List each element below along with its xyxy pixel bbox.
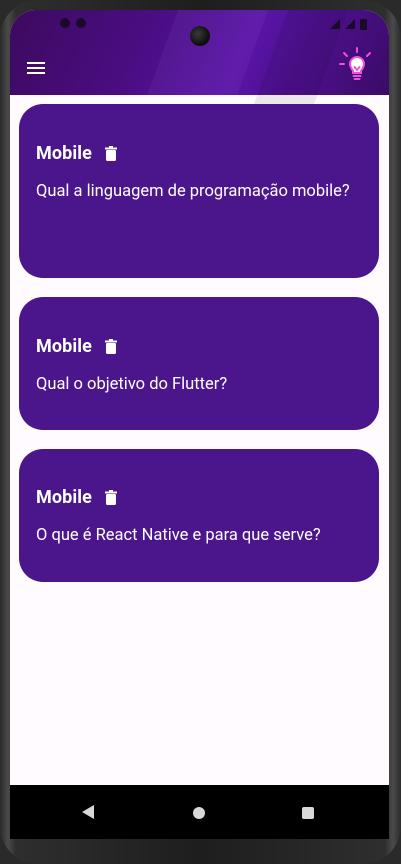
back-icon[interactable]	[82, 805, 94, 819]
menu-icon-line	[27, 72, 45, 74]
system-navigation-bar	[10, 785, 389, 839]
question-card[interactable]: Mobile O que é React Native e para que s…	[19, 449, 379, 582]
card-question: Qual a linguagem de programação mobile?	[36, 182, 350, 201]
question-card[interactable]: Mobile Qual a linguagem de programação m…	[19, 104, 379, 278]
wifi-icon	[330, 19, 340, 29]
screen: Mobile Qual a linguagem de programação m…	[10, 10, 389, 839]
camera-cutout	[190, 26, 210, 46]
card-category: Mobile	[36, 336, 92, 357]
trash-icon[interactable]	[104, 490, 117, 505]
trash-icon[interactable]	[104, 339, 117, 354]
battery-icon	[360, 19, 367, 30]
notification-icon	[76, 18, 86, 28]
idea-button[interactable]	[338, 46, 376, 84]
question-list: Mobile Qual a linguagem de programação m…	[10, 95, 389, 795]
home-icon[interactable]	[193, 807, 205, 819]
recents-icon[interactable]	[302, 807, 314, 819]
trash-icon[interactable]	[104, 146, 117, 161]
card-header: Mobile	[36, 143, 117, 164]
card-question: O que é React Native e para que serve?	[36, 526, 321, 545]
status-system-icons	[330, 19, 367, 30]
menu-icon-line	[27, 62, 45, 64]
app-bar	[10, 10, 389, 130]
lightbulb-icon	[339, 47, 371, 80]
card-header: Mobile	[36, 487, 117, 508]
card-header: Mobile	[36, 336, 117, 357]
status-notifications	[60, 18, 86, 28]
card-question: Qual o objetivo do Flutter?	[36, 375, 228, 394]
signal-icon	[345, 19, 355, 29]
question-card[interactable]: Mobile Qual o objetivo do Flutter?	[19, 297, 379, 430]
card-category: Mobile	[36, 487, 92, 508]
notification-icon	[60, 18, 70, 28]
menu-button[interactable]	[24, 56, 48, 80]
device-frame: Mobile Qual a linguagem de programação m…	[0, 0, 401, 864]
card-category: Mobile	[36, 143, 92, 164]
menu-icon-line	[27, 67, 45, 69]
